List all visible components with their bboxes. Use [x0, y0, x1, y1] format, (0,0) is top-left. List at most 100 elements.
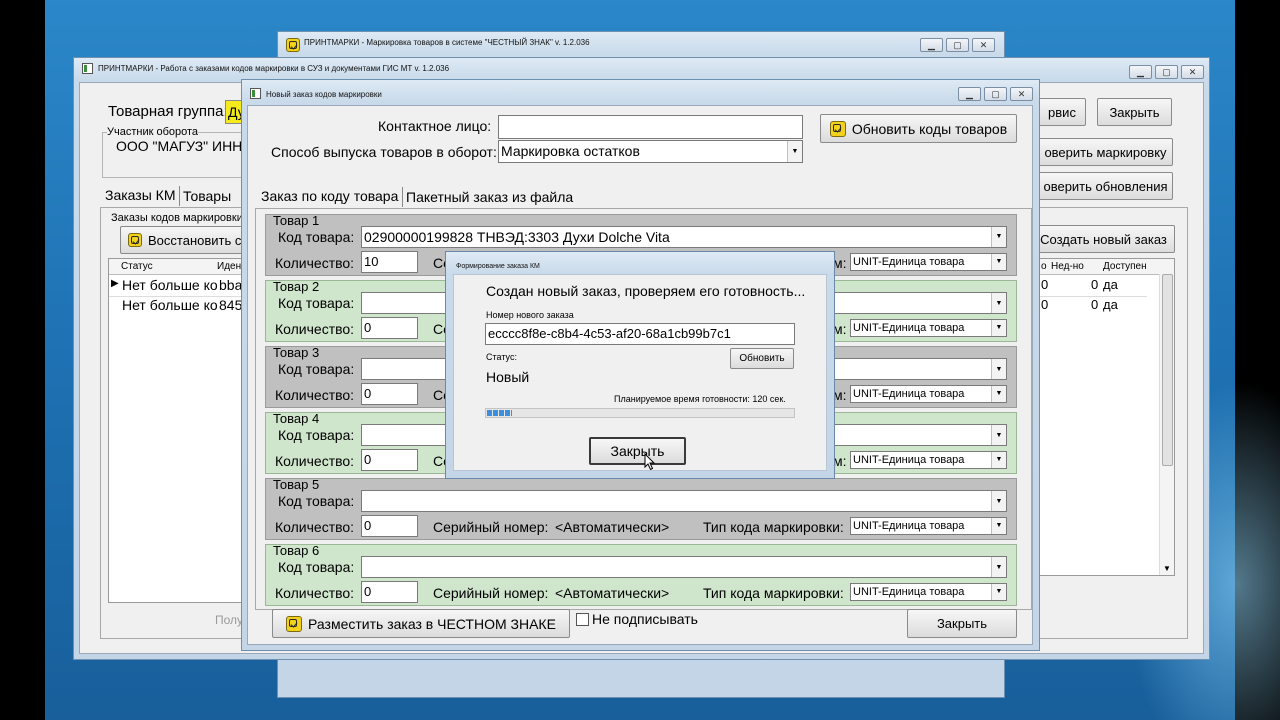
product-code-select[interactable]: ▼ [361, 556, 1007, 578]
mark-type-value: UNIT-Единица товара [853, 520, 965, 532]
grid-header-cell: Нед-но [1051, 261, 1084, 272]
main-window-titlebar[interactable]: ПРИНТМАРКИ - Маркировка товаров в систем… [278, 32, 1004, 56]
maximize-icon[interactable]: ▢ [984, 87, 1007, 101]
minimize-icon[interactable]: ▁ [958, 87, 981, 101]
table-cell: Нет больше ко [122, 297, 218, 313]
tab-order-by-code[interactable]: Заказ по коду товара [261, 188, 398, 204]
quantity-input[interactable]: 0 [361, 317, 418, 339]
printmarki-logo-icon [829, 120, 846, 137]
serial-value: <Автоматически> [555, 519, 670, 535]
table-row[interactable]: ▶ Нет больше ко bba [109, 276, 247, 297]
maximize-icon[interactable]: ▢ [946, 38, 969, 52]
orders-grid[interactable]: Статус Иден ▶ Нет больше ко bba Нет боль… [108, 258, 248, 603]
table-row[interactable]: 0 0 да [1039, 296, 1147, 316]
create-order-button[interactable]: Создать новый заказ [1032, 225, 1175, 253]
no-sign-label: Не подписывать [592, 611, 698, 627]
no-sign-checkbox[interactable] [576, 613, 589, 626]
quantity-input[interactable]: 0 [361, 581, 418, 603]
quantity-label: Количество: [275, 519, 355, 535]
quantity-input[interactable]: 0 [361, 449, 418, 471]
place-order-button[interactable]: Разместить заказ в ЧЕСТНОМ ЗНАКЕ [272, 609, 570, 638]
check-updates-button[interactable]: оверить обновления [1038, 172, 1173, 200]
mark-type-label: Тип кода маркировки: [703, 519, 844, 535]
orders-window-title: ПРИНТМАРКИ - Работа с заказами кодов мар… [98, 64, 450, 73]
quantity-input[interactable]: 0 [361, 383, 418, 405]
grid-header-cell: о [1041, 261, 1047, 272]
product-code-select[interactable]: ▼ [361, 490, 1007, 512]
grid-header: о Нед-но Доступен [1039, 259, 1174, 275]
orders-group-label: Заказы кодов маркировки [111, 212, 243, 224]
product-code-select[interactable]: 02900000199828 ТНВЭД:3303 Духи Dolche Vi… [361, 226, 1007, 248]
product-code-value: 02900000199828 ТНВЭД:3303 Духи Dolche Vi… [364, 229, 670, 245]
orders-grid-right[interactable]: о Нед-но Доступен 0 0 да 0 0 да ▼ [1038, 258, 1175, 576]
scroll-down-icon[interactable]: ▼ [1163, 564, 1171, 573]
orders-close-label: Закрыть [1109, 104, 1160, 120]
product-code-label: Код товара: [278, 493, 355, 509]
product-code-label: Код товара: [278, 229, 355, 245]
table-cell: bba [219, 277, 243, 293]
check-marking-button[interactable]: оверить маркировку [1038, 138, 1173, 166]
minimize-icon[interactable]: ▁ [920, 38, 943, 52]
product-code-label: Код товара: [278, 361, 355, 377]
grid-vertical-scrollbar[interactable]: ▼ [1159, 274, 1174, 575]
participant-label: Участник оборота [107, 126, 199, 138]
close-icon[interactable]: ✕ [1181, 65, 1204, 79]
table-row[interactable]: Нет больше ко 845 [109, 296, 247, 316]
refresh-label: Обновить [739, 353, 785, 364]
contact-input[interactable] [498, 115, 803, 139]
release-method-value: Маркировка остатков [501, 143, 640, 159]
row-pointer-icon: ▶ [111, 278, 119, 289]
mark-type-select[interactable]: UNIT-Единица товара ▼ [850, 451, 1007, 469]
table-cell: 845 [219, 297, 243, 313]
mark-type-select[interactable]: UNIT-Единица товара ▼ [850, 253, 1007, 271]
service-button[interactable]: рвис [1038, 98, 1086, 126]
tab-orders-km[interactable]: Заказы КМ [105, 187, 176, 203]
product-code-label: Код товара: [278, 295, 355, 311]
scrollbar-thumb[interactable] [1162, 274, 1173, 466]
new-order-close-button[interactable]: Закрыть [907, 609, 1017, 638]
chevron-down-icon: ▼ [991, 491, 1006, 511]
close-icon[interactable]: ✕ [972, 38, 995, 52]
dialog-message: Создан новый заказ, проверяем его готовн… [486, 283, 806, 299]
refresh-button[interactable]: Обновить [730, 348, 794, 369]
main-window-title: ПРИНТМАРКИ - Маркировка товаров в систем… [304, 38, 590, 47]
product-item-header: Товар 3 [273, 345, 320, 360]
chevron-down-icon: ▼ [991, 452, 1006, 468]
restore-button[interactable]: Восстановить с [120, 226, 248, 254]
tab-products[interactable]: Товары [183, 188, 231, 204]
table-row[interactable]: 0 0 да [1039, 276, 1147, 297]
printmarki-logo-icon [286, 38, 300, 52]
product-item-header: Товар 4 [273, 411, 320, 426]
serial-label: Серийный номер: [433, 519, 549, 535]
mark-type-select[interactable]: UNIT-Единица товара ▼ [850, 319, 1007, 337]
quantity-input[interactable]: 10 [361, 251, 418, 273]
chevron-down-icon: ▼ [991, 227, 1006, 247]
quantity-input[interactable]: 0 [361, 515, 418, 537]
printmarki-logo-icon [128, 233, 142, 247]
close-icon[interactable]: ✕ [1010, 87, 1033, 101]
quantity-label: Количество: [275, 585, 355, 601]
maximize-icon[interactable]: ▢ [1155, 65, 1178, 79]
order-dialog-titlebar[interactable]: Формирование заказа КМ [446, 252, 834, 274]
order-number-field[interactable]: ecccc8f8e-c8b4-4c53-af20-68a1cb99b7c1 [485, 323, 795, 345]
product-item-header: Товар 1 [273, 213, 320, 228]
progress-fill [487, 410, 512, 416]
chevron-down-icon: ▼ [991, 518, 1006, 534]
dialog-close-button[interactable]: Закрыть [589, 437, 686, 465]
mark-type-label: Тип кода маркировки: [703, 585, 844, 601]
orders-close-button[interactable]: Закрыть [1097, 98, 1172, 126]
new-order-titlebar[interactable]: Новый заказ кодов маркировки ▁ ▢ ✕ [242, 80, 1039, 104]
product-code-label: Код товара: [278, 427, 355, 443]
tab-batch-order[interactable]: Пакетный заказ из файла [406, 189, 573, 205]
minimize-icon[interactable]: ▁ [1129, 65, 1152, 79]
release-method-label: Способ выпуска товаров в оборот: [271, 144, 497, 160]
mark-type-value: UNIT-Единица товара [853, 586, 965, 598]
product-item-header: Товар 6 [273, 543, 320, 558]
mark-type-select[interactable]: UNIT-Единица товара ▼ [850, 385, 1007, 403]
mark-type-select[interactable]: UNIT-Единица товара ▼ [850, 517, 1007, 535]
mark-type-select[interactable]: UNIT-Единица товара ▼ [850, 583, 1007, 601]
update-codes-button[interactable]: Обновить коды товаров [820, 114, 1017, 143]
release-method-select[interactable]: Маркировка остатков ▼ [498, 140, 803, 163]
app-icon [250, 88, 261, 99]
grid-header-cell: Доступен [1103, 261, 1147, 272]
